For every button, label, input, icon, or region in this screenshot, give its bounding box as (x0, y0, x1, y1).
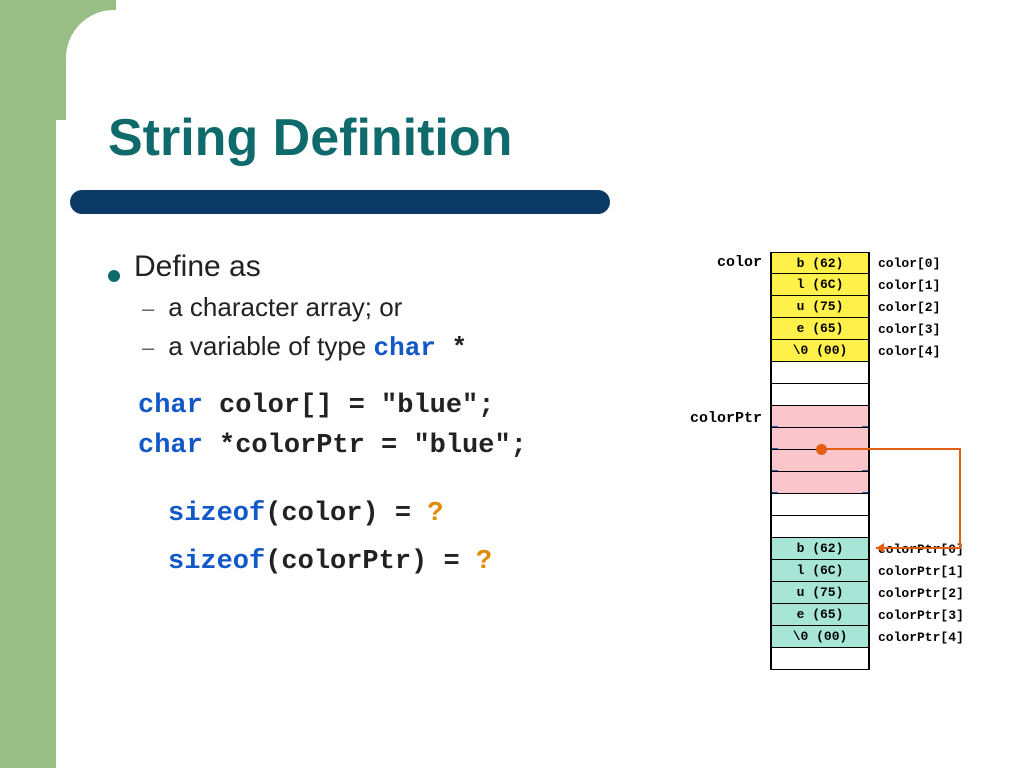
bullet-text: Define as (134, 250, 261, 284)
sizeof-args: (colorPtr) = (265, 547, 476, 577)
decl-line-2: char *colorPtr = "blue"; (138, 431, 628, 461)
decl-rest: color[] = "blue"; (203, 391, 495, 421)
slide-sidebar (0, 0, 56, 768)
sub-bullet-1: – a character array; or (108, 292, 628, 323)
sizeof-line-1: sizeof(color) = ? (168, 499, 628, 529)
sizeof-args: (color) = (265, 499, 427, 529)
sub-bullet-2: – a variable of type char * (108, 331, 628, 363)
text-pre: a variable of type (168, 331, 373, 361)
keyword-char: char (138, 391, 203, 421)
slide-title: String Definition (108, 108, 512, 168)
pointer-arrow-icon (770, 252, 1000, 672)
keyword-sizeof: sizeof (168, 547, 265, 577)
accent-bar (70, 190, 610, 214)
keyword-char: char (138, 431, 203, 461)
sizeof-block: sizeof(color) = ? sizeof(colorPtr) = ? (168, 499, 628, 577)
decl-line-1: char color[] = "blue"; (138, 391, 628, 421)
sizeof-line-2: sizeof(colorPtr) = ? (168, 547, 628, 577)
question-mark: ? (427, 499, 443, 529)
decl-rest: *colorPtr = "blue"; (203, 431, 527, 461)
bullet-define-as: Define as (108, 250, 628, 284)
bullet-icon (108, 270, 120, 282)
var-label-color: color (690, 254, 762, 271)
var-label-colorptr: colorPtr (660, 410, 762, 427)
keyword-sizeof: sizeof (168, 499, 265, 529)
slide-content: Define as – a character array; or – a va… (108, 250, 628, 595)
keyword-char: char (373, 333, 435, 363)
dash-icon: – (142, 335, 154, 361)
dash-icon: – (142, 296, 154, 322)
sub-bullet-text: a variable of type char * (168, 331, 467, 363)
declaration-block: char color[] = "blue"; char *colorPtr = … (138, 391, 628, 461)
text-post: * (436, 333, 467, 363)
question-mark: ? (476, 547, 492, 577)
sub-bullet-text: a character array; or (168, 292, 402, 323)
